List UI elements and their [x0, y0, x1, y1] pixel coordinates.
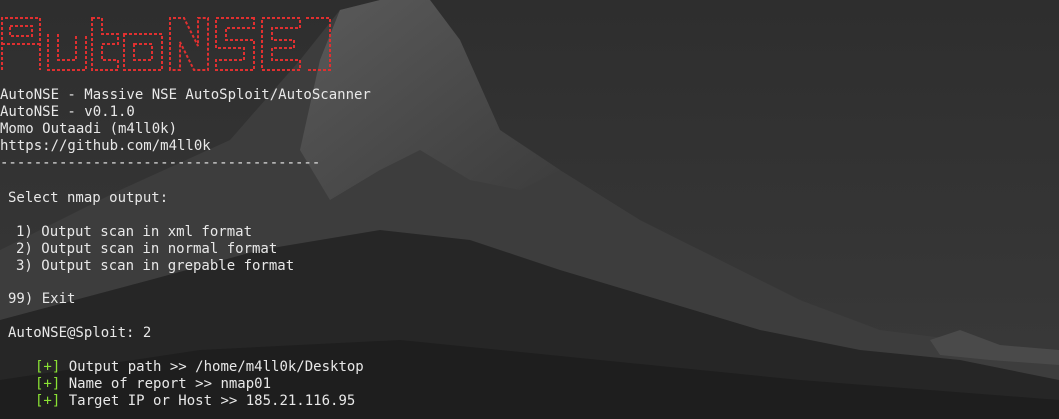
menu-option-xml: 1) Output scan in xml format [16, 224, 253, 240]
success-marker: [+] [35, 393, 61, 409]
terminal-window[interactable]: AutoNSE - Massive NSE AutoSploit/AutoSca… [0, 0, 1059, 419]
menu-prompt: Select nmap output: [8, 190, 169, 206]
result-text: Output path >> /home/m4ll0k/Desktop [60, 359, 364, 375]
autonse-ascii-banner [1, 17, 331, 71]
separator-line: -------------------------------------- [0, 155, 321, 171]
result-line: [+] Target IP or Host >> 185.21.116.95 [35, 393, 355, 410]
result-text: Target IP or Host >> 185.21.116.95 [60, 393, 356, 409]
app-version: AutoNSE - v0.1.0 [0, 104, 135, 120]
success-marker: [+] [35, 376, 61, 392]
command-prompt-input[interactable]: AutoNSE@Sploit: 2 [8, 325, 151, 342]
app-title: AutoNSE - Massive NSE AutoSploit/AutoSca… [0, 87, 371, 103]
menu-option-exit: 99) Exit [8, 291, 76, 307]
result-line: [+] Output path >> /home/m4ll0k/Desktop [35, 359, 364, 376]
app-url: https://github.com/m4ll0k [0, 138, 211, 154]
menu-option-grepable: 3) Output scan in grepable format [16, 258, 295, 274]
menu-option-normal: 2) Output scan in normal format [16, 241, 278, 257]
success-marker: [+] [35, 359, 61, 375]
app-author: Momo Outaadi (m4ll0k) [0, 121, 178, 137]
result-line: [+] Name of report >> nmap01 [35, 376, 271, 393]
result-text: Name of report >> nmap01 [60, 376, 272, 392]
